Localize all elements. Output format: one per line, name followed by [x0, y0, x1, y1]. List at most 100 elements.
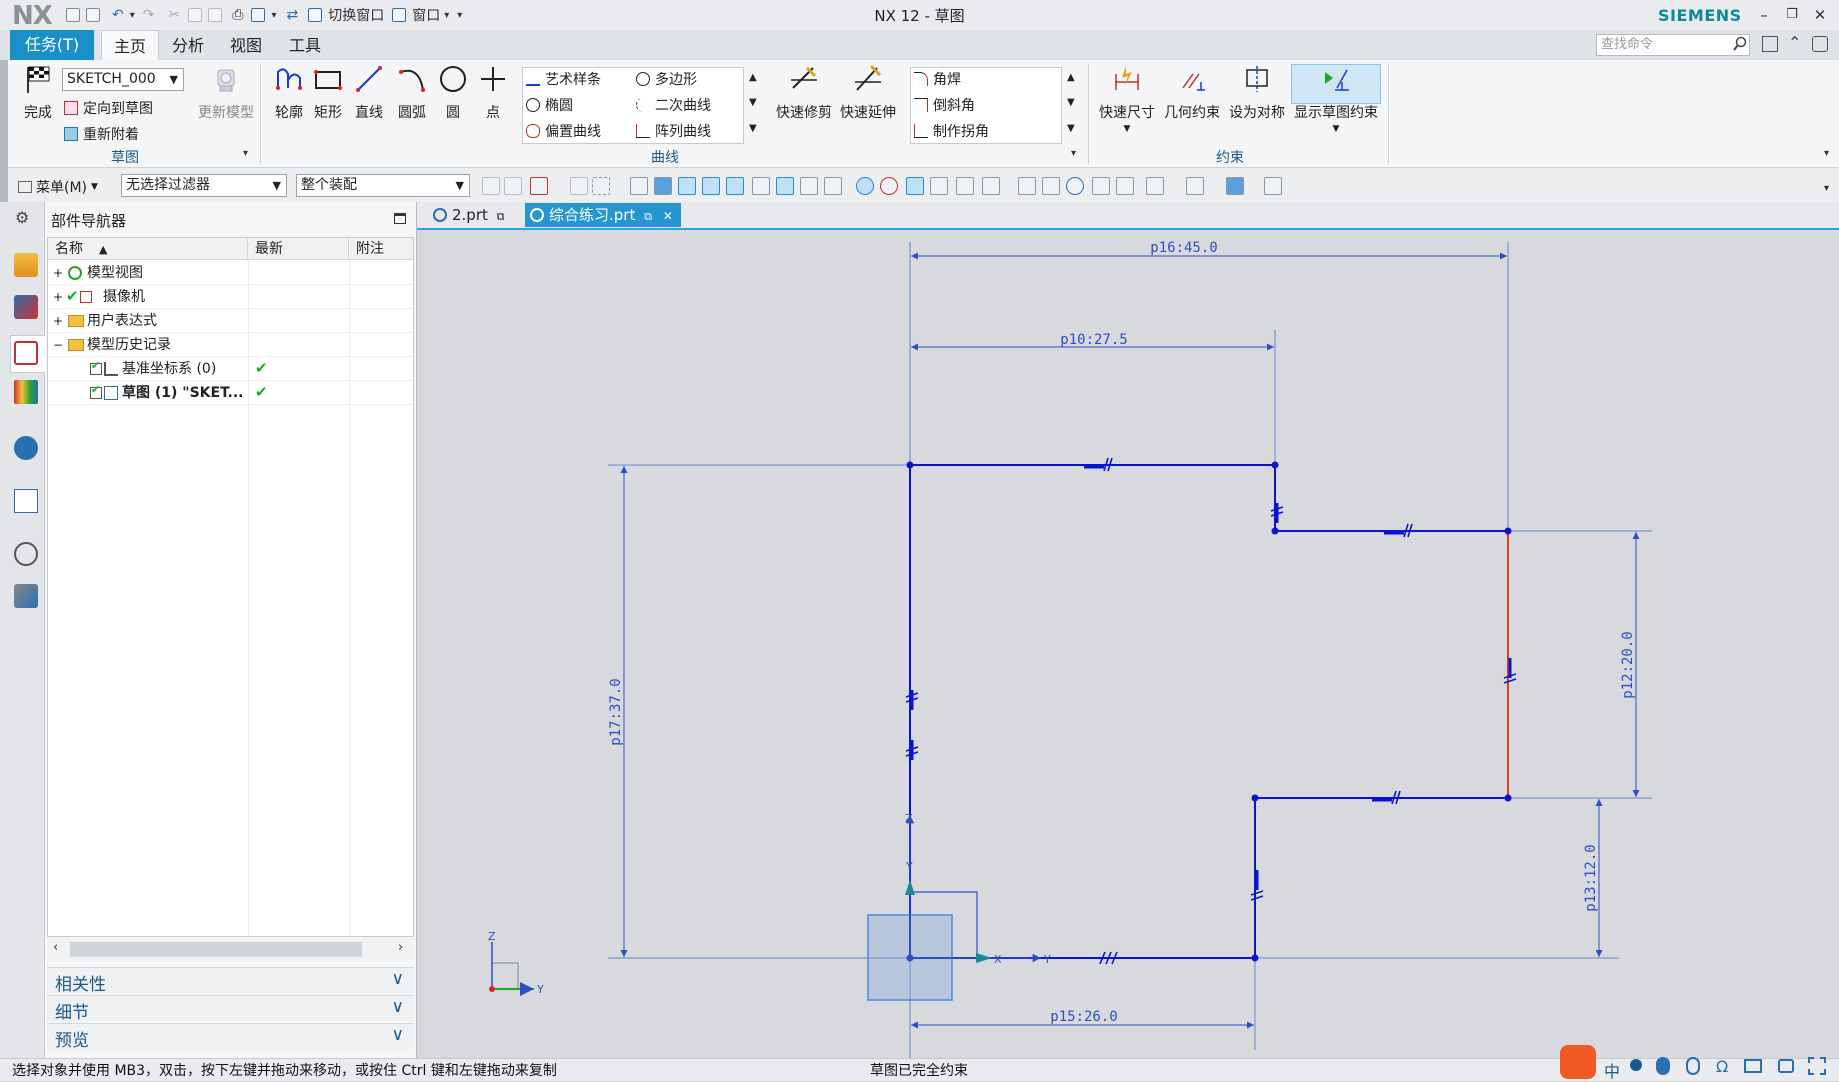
column-header-latest[interactable]: 最新 [248, 238, 349, 260]
perpendicular-icon[interactable] [824, 177, 842, 195]
polygon-button[interactable]: 多边形 [636, 68, 697, 90]
studio-spline-button[interactable]: 艺术样条 [526, 68, 601, 90]
snap-icon[interactable] [530, 177, 548, 195]
column-header-notes[interactable]: 附注 [349, 238, 413, 260]
sketch-profile[interactable] [909, 464, 1508, 959]
rotate-icon[interactable] [1066, 177, 1084, 195]
datum-csys[interactable]: Z Y X Y [867, 812, 1051, 1001]
fillet-button[interactable]: 角焊 [914, 68, 961, 90]
scroll-left-icon[interactable]: ‹ [53, 940, 58, 955]
collapse-ribbon-icon[interactable]: ⌃ [1788, 33, 1801, 52]
tab-view[interactable]: 视图 [218, 30, 274, 60]
arc-button[interactable]: 圆弧 [394, 64, 430, 122]
make-symmetric-button[interactable]: 设为对称 [1226, 64, 1288, 122]
view-orientation-icon[interactable] [1264, 177, 1282, 195]
column-header-name[interactable]: 名称 ▲ [48, 238, 248, 260]
pole-icon[interactable] [982, 177, 1000, 195]
quadrant-icon[interactable] [880, 177, 898, 195]
tab-home[interactable]: 主页 [101, 30, 160, 62]
details-panel[interactable]: 细节 ∨ [47, 995, 414, 1023]
toolbox-icon[interactable] [1808, 1057, 1826, 1075]
reattach-button[interactable]: 重新附着 [64, 123, 139, 145]
selection-scope-select[interactable]: 整个装配 ▼ [296, 174, 470, 197]
profile-button[interactable]: 轮廓 [272, 64, 306, 122]
sketch-name-select[interactable]: SKETCH_000 ▼ [62, 68, 184, 91]
select-icon[interactable] [570, 177, 588, 195]
mic-icon[interactable] [1656, 1057, 1670, 1075]
point-button[interactable]: 点 [476, 64, 510, 122]
toolbar-options-icon[interactable]: ▾ [1824, 183, 1829, 194]
expand-icon[interactable]: + [53, 285, 63, 309]
bounded-grid-icon[interactable] [956, 177, 974, 195]
edit-gallery-up-icon[interactable]: ▲ [1067, 72, 1075, 83]
rapid-dimension-dropdown-icon[interactable]: ▼ [1096, 124, 1158, 134]
chinese-ime-icon[interactable]: 中 [1604, 1058, 1620, 1082]
show-constraints-dropdown-icon[interactable]: ▼ [1291, 124, 1381, 134]
filter-icon[interactable] [504, 177, 522, 195]
point-on-curve-icon[interactable] [930, 177, 948, 195]
sketch-group-expand-icon[interactable]: ▾ [243, 148, 248, 159]
finish-sketch-button[interactable]: 完成 [18, 64, 58, 122]
command-search-input[interactable]: 查找命令 [1596, 34, 1750, 56]
render-style-icon[interactable] [1186, 177, 1204, 195]
edit-gallery-down-icon[interactable]: ▼ [1067, 97, 1075, 108]
tab-2-prt[interactable]: 2.prt ⧉ [428, 203, 513, 227]
dependencies-panel[interactable]: 相关性 ∨ [47, 967, 414, 995]
tree-row-camera[interactable]: + ✔ 摄像机 [48, 285, 413, 309]
preview-panel[interactable]: 预览 ∨ [47, 1023, 414, 1051]
intersection-icon[interactable] [776, 177, 794, 195]
gallery-up-icon[interactable]: ▲ [749, 72, 757, 83]
maximize-icon[interactable] [394, 213, 406, 224]
history-icon[interactable] [14, 489, 38, 513]
filter-icon[interactable] [482, 177, 500, 195]
skin-icon[interactable] [1778, 1059, 1794, 1073]
orient-view-icon[interactable] [1116, 177, 1134, 195]
orient-to-sketch-button[interactable]: 定向到草图 [64, 97, 153, 119]
scrollbar-thumb[interactable] [70, 942, 362, 957]
curve-group-expand-icon[interactable]: ▾ [1071, 148, 1076, 159]
main-menu-button[interactable]: 菜单(M) ▼ [18, 177, 98, 197]
tab-active-part[interactable]: 综合练习.prt ⧉ ✕ [525, 203, 681, 227]
rectangle-button[interactable]: 矩形 [311, 64, 345, 122]
chamfer-button[interactable]: 倒斜角 [914, 94, 975, 116]
sketch-vertices[interactable] [906, 461, 1512, 962]
dim-p16[interactable]: p16:45.0 [1150, 240, 1217, 256]
omega-icon[interactable]: Ω [1716, 1057, 1728, 1076]
constraint-navigator-icon[interactable] [14, 295, 38, 319]
body-icon[interactable] [654, 177, 672, 195]
pan-icon[interactable] [1092, 177, 1110, 195]
dim-p10[interactable]: p10:27.5 [1060, 332, 1127, 348]
quick-extend-button[interactable]: 快速延伸 [838, 64, 898, 122]
dim-p12[interactable]: p12:20.0 [1620, 631, 1636, 698]
keyboard-icon[interactable] [1744, 1059, 1762, 1073]
close-button[interactable]: ✕ [1808, 4, 1832, 26]
roles-icon[interactable] [14, 584, 38, 608]
web-browser-icon[interactable] [14, 436, 38, 460]
line-button[interactable]: 直线 [352, 64, 386, 122]
rapid-dimension-button[interactable]: 快速尺寸 ▼ [1096, 64, 1158, 134]
panel-icon[interactable] [1762, 36, 1778, 52]
dim-p15[interactable]: p15:26.0 [1050, 1009, 1117, 1025]
ribbon-options-icon[interactable]: ▾ [1824, 148, 1829, 159]
snap-point-icon[interactable] [678, 177, 696, 195]
geometric-constraint-button[interactable]: 几何约束 [1160, 64, 1224, 122]
endpoint-icon[interactable] [702, 177, 720, 195]
pattern-curve-button[interactable]: 阵列曲线 [636, 120, 711, 142]
show-sketch-constraints-button[interactable]: 显示草图约束 ▼ [1291, 64, 1381, 134]
layout-view-icon[interactable] [1146, 177, 1164, 195]
tree-row-user-expressions[interactable]: + 用户表达式 [48, 309, 413, 333]
circle-button[interactable]: 圆 [436, 64, 470, 122]
expand-icon[interactable]: + [53, 261, 63, 285]
spline-point-icon[interactable] [800, 177, 818, 195]
ime-dot-icon[interactable] [1630, 1059, 1642, 1071]
conic-button[interactable]: 二次曲线 [636, 94, 711, 116]
task-menu-button[interactable]: 任务(T) [10, 30, 94, 60]
restore-button[interactable]: ❐ [1780, 4, 1804, 26]
tab-analysis[interactable]: 分析 [160, 30, 216, 60]
clock-icon[interactable] [14, 542, 38, 566]
input-method-logo-icon[interactable] [1560, 1045, 1596, 1079]
collapse-icon[interactable]: − [53, 333, 63, 357]
ellipse-button[interactable]: 椭圆 [526, 94, 573, 116]
gallery-more-icon[interactable]: ▼ [749, 123, 757, 134]
reuse-library-icon[interactable] [14, 380, 38, 404]
